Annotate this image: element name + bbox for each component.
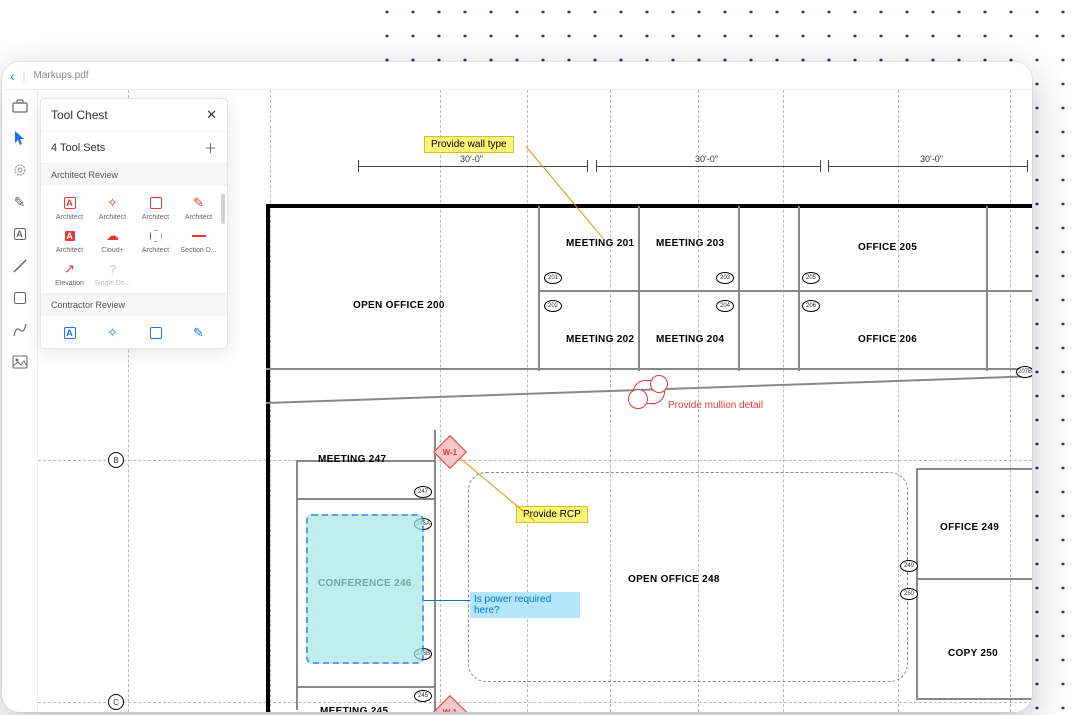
wall (916, 468, 1032, 470)
leader-line (424, 600, 470, 601)
gear-icon[interactable] (10, 160, 30, 180)
grid-bubble-c: C (108, 694, 124, 710)
contractor-tool-grid: A ✧ ✎ (41, 316, 227, 348)
tool-chest-panel: Tool Chest ✕ 4 Tool Sets ＋ Architect Rev… (40, 98, 228, 349)
dimension-label: 30'-0" (458, 154, 485, 164)
room-label: OPEN OFFICE 200 (353, 300, 445, 311)
room-label: OPEN OFFICE 248 (628, 574, 720, 585)
gridline (440, 90, 441, 712)
tool-contractor-textbox[interactable]: A (49, 322, 90, 344)
wall (296, 498, 436, 500)
tool-architect-highlighter[interactable]: ✧Architect (92, 192, 133, 223)
tool-architect-pen[interactable]: ✎Architect (178, 192, 219, 223)
room-label: COPY 250 (948, 648, 998, 659)
wall (266, 368, 1032, 370)
dimension-label: 30'-0" (918, 154, 945, 164)
room-label: OFFICE 249 (940, 522, 999, 533)
callout-power[interactable]: Is power required here? (470, 592, 580, 618)
tool-single-door[interactable]: ?Single Do... (92, 258, 133, 289)
document-title: Markups.pdf (34, 70, 89, 81)
gridline (1010, 90, 1011, 712)
door-tag: 247 (414, 486, 432, 498)
door-tag: 206 (802, 300, 820, 312)
dimension-line (596, 166, 821, 167)
toolbox-icon[interactable] (10, 96, 30, 116)
wall (738, 206, 740, 371)
door-tag: 202 (544, 300, 562, 312)
tool-contractor-rectangle[interactable] (135, 322, 176, 344)
pencil-icon[interactable]: ✎ (10, 192, 30, 212)
grid-bubble-b: B (108, 452, 124, 468)
diamond-tag-w1b[interactable]: W-1 (433, 695, 467, 712)
panel-title: Tool Chest (51, 108, 108, 122)
dimension-line (358, 166, 588, 167)
tool-architect-rectangle[interactable]: Architect (135, 192, 176, 223)
wall (798, 206, 800, 371)
pen-icon[interactable] (10, 320, 30, 340)
door-tag: 201 (544, 272, 562, 284)
dimension-label: 30'-0" (693, 154, 720, 164)
textbox-icon[interactable]: A (10, 224, 30, 244)
shape-icon[interactable] (10, 288, 30, 308)
left-toolbar: ✎ A (2, 90, 38, 712)
wall (266, 204, 270, 712)
wall (638, 206, 640, 371)
panel-close-icon[interactable]: ✕ (206, 107, 217, 123)
tool-cloud-plus[interactable]: ☁Cloud+ (92, 225, 133, 256)
section-contractor-review[interactable]: Contractor Review (41, 293, 227, 316)
room-label: MEETING 203 (656, 238, 724, 249)
gridline (38, 460, 1032, 461)
door-tag: 204 (716, 300, 734, 312)
wall (916, 698, 1032, 700)
wall (538, 206, 540, 371)
tool-architect-textfill[interactable]: AArchitect (49, 225, 90, 256)
wall (916, 468, 918, 698)
room-label: MEETING 245 (320, 706, 388, 712)
wall (266, 204, 1032, 208)
panel-subtitle: 4 Tool Sets (51, 142, 105, 154)
image-icon[interactable] (10, 352, 30, 372)
callout-mullion[interactable]: Provide mullion detail (668, 400, 763, 412)
door-tag: 250 (900, 588, 918, 600)
tool-contractor-highlighter[interactable]: ✧ (92, 322, 133, 344)
panel-scrollbar[interactable] (221, 194, 225, 224)
wall (916, 578, 1032, 580)
diamond-tag-w1[interactable]: W-1 (433, 435, 467, 469)
door-tag: 207B (1016, 366, 1032, 378)
wall (434, 430, 436, 712)
room-label: MEETING 202 (566, 334, 634, 345)
top-bar: ‹ | Markups.pdf (2, 62, 1032, 90)
room-label: MEETING 247 (318, 454, 386, 465)
vertical-divider: | (23, 70, 26, 82)
tool-section-detail[interactable]: Section D... (178, 225, 219, 256)
room-label: OFFICE 205 (858, 242, 917, 253)
dimension-line (828, 166, 1028, 167)
gridline (38, 702, 1032, 703)
callout-wall-type[interactable]: Provide wall type (424, 136, 514, 153)
add-toolset-icon[interactable]: ＋ (204, 138, 217, 157)
door-tag: 205 (802, 272, 820, 284)
door-tag: 249 (900, 560, 918, 572)
cloud-markup[interactable] (633, 380, 665, 404)
wall (296, 686, 436, 688)
highlight-area[interactable] (306, 514, 424, 664)
line-icon[interactable] (10, 256, 30, 276)
architect-tool-grid: AArchitect ✧Architect Architect ✎Archite… (41, 186, 227, 293)
wall (538, 290, 798, 292)
section-architect-review[interactable]: Architect Review (41, 163, 227, 186)
cursor-icon[interactable] (10, 128, 30, 148)
door-tag: 203 (716, 272, 734, 284)
app-window: ‹ | Markups.pdf ≡ ✎ A Tool Chest ✕ 4 Too… (2, 62, 1032, 712)
tool-elevation[interactable]: ↗Elevation (49, 258, 90, 289)
wall (798, 290, 1032, 292)
tool-architect-textbox[interactable]: AArchitect (49, 192, 90, 223)
room-label: MEETING 204 (656, 334, 724, 345)
back-chevron-icon[interactable]: ‹ (10, 68, 15, 84)
wall (986, 206, 988, 371)
tool-contractor-pen[interactable]: ✎ (178, 322, 219, 344)
room-label: MEETING 201 (566, 238, 634, 249)
door-tag: 245 (414, 690, 432, 702)
room-label: OFFICE 206 (858, 334, 917, 345)
tool-architect-hexagon[interactable]: Architect (135, 225, 176, 256)
